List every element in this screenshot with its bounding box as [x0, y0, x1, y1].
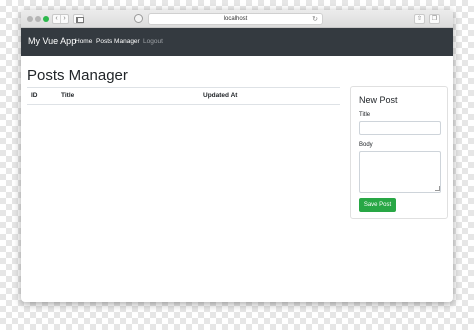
body-textarea[interactable]: [359, 151, 441, 193]
column-header-updated-at: Updated At: [203, 92, 238, 99]
reload-icon[interactable]: ↻: [312, 15, 318, 24]
browser-toolbar: ‹ › localhost ↻ ⇧ ❐: [21, 10, 453, 28]
privacy-shield-icon[interactable]: [134, 14, 143, 23]
sidebar-toggle-icon[interactable]: [73, 14, 84, 24]
browser-window: ‹ › localhost ↻ ⇧ ❐ My Vue App Home Post…: [21, 10, 453, 302]
column-header-title: Title: [61, 92, 75, 99]
posts-table: ID Title Updated At: [27, 87, 340, 105]
new-post-heading: New Post: [359, 95, 398, 105]
new-post-card: New Post Title Body Save Post: [350, 86, 448, 219]
chevron-left-icon[interactable]: ‹: [53, 15, 61, 23]
page-title: Posts Manager: [27, 67, 128, 84]
address-bar[interactable]: localhost ↻: [148, 13, 323, 25]
tabs-overview-icon[interactable]: ❐: [429, 14, 440, 24]
table-header-row: ID Title Updated At: [27, 87, 340, 105]
save-post-button[interactable]: Save Post: [359, 198, 396, 212]
address-text: localhost: [223, 16, 248, 22]
nav-link-logout[interactable]: Logout: [143, 38, 163, 46]
column-header-id: ID: [31, 92, 38, 99]
history-navigation: ‹ ›: [52, 14, 69, 24]
navbar-brand[interactable]: My Vue App: [28, 36, 76, 47]
minimize-window-button[interactable]: [35, 16, 41, 22]
share-icon[interactable]: ⇧: [414, 14, 425, 24]
nav-link-posts-manager[interactable]: Posts Manager: [96, 38, 140, 46]
nav-link-home[interactable]: Home: [75, 38, 92, 46]
title-field-label: Title: [359, 112, 371, 118]
title-input[interactable]: [359, 121, 441, 135]
chevron-right-icon[interactable]: ›: [61, 15, 68, 23]
close-window-button[interactable]: [27, 16, 33, 22]
textarea-resize-handle[interactable]: [435, 186, 440, 191]
app-navbar: My Vue App Home Posts Manager Logout: [21, 28, 453, 56]
body-field-label: Body: [359, 142, 373, 148]
zoom-window-button[interactable]: [43, 16, 49, 22]
